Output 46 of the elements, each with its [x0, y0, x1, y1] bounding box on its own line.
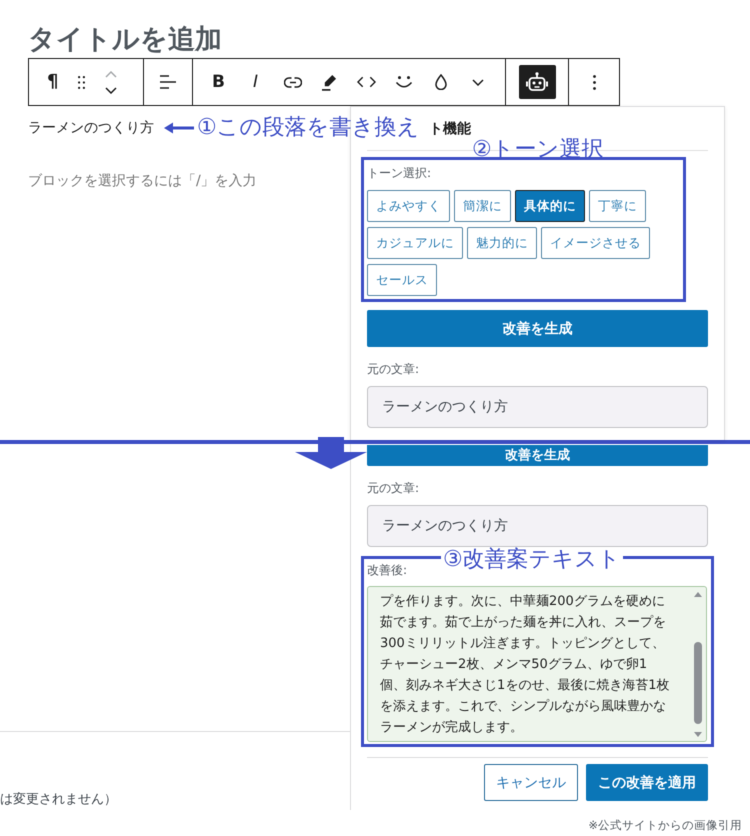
tone-button[interactable]: 具体的に: [515, 190, 585, 222]
link-icon[interactable]: [284, 76, 302, 88]
tone-button[interactable]: 魅力的に: [467, 227, 537, 259]
align-icon[interactable]: [160, 75, 176, 89]
scroll-up-icon[interactable]: [694, 592, 702, 597]
apply-button[interactable]: この改善を適用: [586, 764, 708, 801]
scrollbar-thumb[interactable]: [694, 642, 702, 724]
tone-button[interactable]: カジュアルに: [367, 227, 463, 259]
pen-icon[interactable]: [322, 74, 337, 90]
generate-button[interactable]: 改善を生成: [367, 445, 708, 466]
improved-text-label: 改善後:: [367, 562, 408, 578]
image-credit: ※公式サイトからの画像引用: [588, 818, 742, 833]
tone-button[interactable]: 丁寧に: [589, 190, 646, 222]
title-field[interactable]: タイトルを追加: [0, 0, 222, 58]
droplet-icon[interactable]: [434, 74, 446, 90]
original-text-field[interactable]: ラーメンのつくり方: [367, 386, 708, 428]
tone-button[interactable]: イメージさせる: [541, 227, 650, 259]
cancel-button[interactable]: キャンセル: [484, 764, 578, 801]
bold-button[interactable]: B: [212, 71, 225, 93]
robot-icon: [526, 72, 548, 92]
scroll-down-icon[interactable]: [694, 732, 702, 737]
tone-label: トーン選択:: [367, 165, 432, 181]
ai-assistant-button[interactable]: [518, 65, 556, 99]
left-arrow-icon: [164, 122, 194, 134]
generate-button[interactable]: 改善を生成: [367, 310, 708, 347]
chevron-down-icon[interactable]: [472, 78, 484, 86]
panel-title: ト機能: [429, 120, 471, 138]
tone-button[interactable]: 簡潔に: [454, 190, 511, 222]
paragraph-text[interactable]: ラーメンのつくり方: [28, 118, 154, 138]
italic-button[interactable]: I: [252, 71, 258, 93]
chevron-down-icon[interactable]: [105, 86, 118, 94]
original-text-field[interactable]: ラーメンのつくり方: [367, 505, 708, 547]
paragraph-button[interactable]: ¶: [47, 71, 58, 93]
editor-note: は変更されません）: [0, 791, 117, 809]
annotation-label: ①この段落を書き換え: [197, 115, 420, 141]
tone-button[interactable]: セールス: [367, 264, 437, 296]
original-text-label: 元の文章:: [367, 361, 420, 377]
tone-button[interactable]: よみやすく: [367, 190, 450, 222]
drag-handle-icon[interactable]: [78, 76, 86, 88]
code-icon[interactable]: [357, 76, 376, 88]
smiley-icon[interactable]: [394, 76, 412, 88]
more-options-icon[interactable]: [592, 74, 596, 90]
annotation-label: ③改善案テキスト: [441, 549, 623, 571]
original-text-label: 元の文章:: [367, 480, 420, 496]
block-input-field[interactable]: ブロックを選択するには「/」を入力: [28, 171, 257, 191]
improved-text-field[interactable]: プを作ります。次に、中華麺200グラムを硬めに茹でます。茹で上がった麺を丼に入れ、スープを300ミリリットル注ぎます。トッピングとして、チャーシュー2枚、メンマ50グラム、ゆで卵1個、刻みネギ大さじ1をのせ、最後に焼き海苔1枚を添えます。これで、シンプルながら風味豊かなラーメンが完成します。: [367, 586, 707, 742]
